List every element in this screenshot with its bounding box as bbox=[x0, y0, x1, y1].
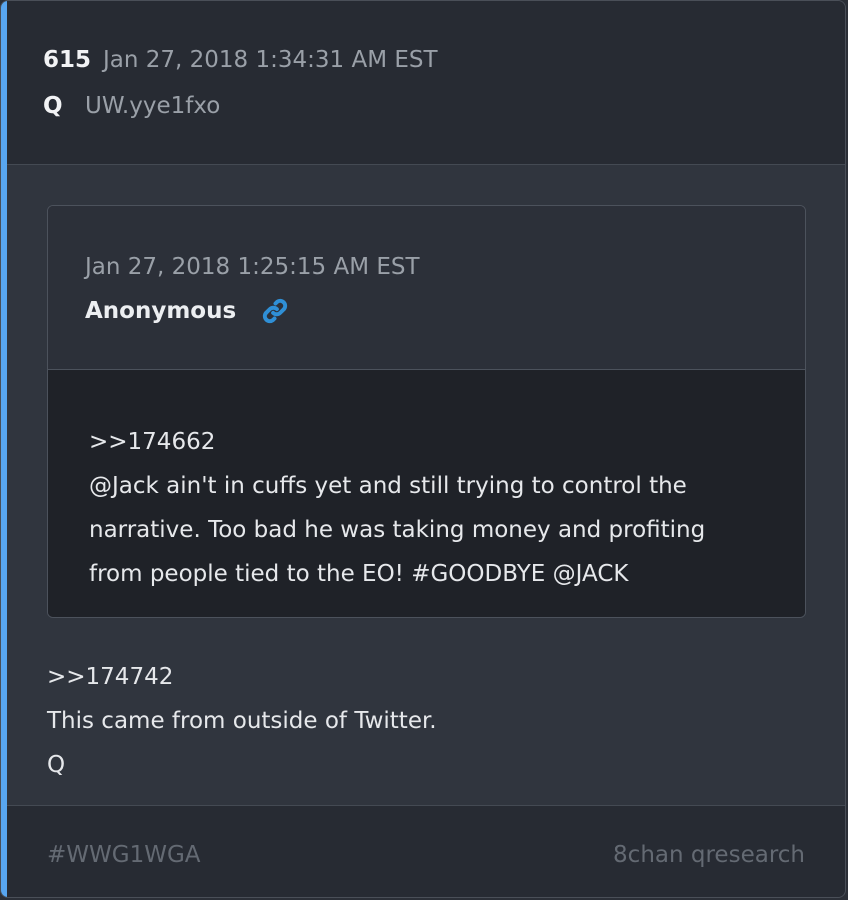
post-number[interactable]: 615 bbox=[43, 47, 91, 73]
quoted-reply-link[interactable]: >>174662 bbox=[89, 420, 769, 464]
quoted-post-date: Jan 27, 2018 1:25:15 AM EST bbox=[85, 254, 420, 280]
quoted-text-line: narrative. Too bad he was taking money a… bbox=[89, 517, 706, 543]
quoted-post: Jan 27, 2018 1:25:15 AM EST Anonymous >>… bbox=[47, 205, 806, 618]
post-date: Jan 27, 2018 1:34:31 AM EST bbox=[103, 47, 438, 73]
quoted-post-header: Jan 27, 2018 1:25:15 AM EST Anonymous bbox=[48, 206, 805, 370]
quoted-post-body: >>174662 @Jack ain't in cuffs yet and st… bbox=[48, 370, 805, 617]
quoted-post-author: Anonymous bbox=[85, 298, 237, 324]
post-tripcode: UW.yye1fxo bbox=[85, 93, 221, 119]
reply-link[interactable]: >>174742 bbox=[47, 655, 437, 699]
post-footer: #WWG1WGA 8chan qresearch bbox=[7, 805, 845, 897]
hashtag: #WWG1WGA bbox=[47, 842, 201, 868]
post-header: 615 Jan 27, 2018 1:34:31 AM EST Q UW.yye… bbox=[7, 1, 845, 165]
message-line: This came from outside of Twitter. bbox=[47, 708, 437, 734]
message-signature: Q bbox=[47, 752, 66, 778]
quoted-text-line: @Jack ain't in cuffs yet and still tryin… bbox=[89, 473, 687, 499]
quoted-text-line: from people tied to the EO! #GOODBYE @JA… bbox=[89, 561, 629, 587]
source-label: 8chan qresearch bbox=[613, 842, 805, 868]
quoted-post-text: >>174662 @Jack ain't in cuffs yet and st… bbox=[89, 420, 769, 596]
link-icon[interactable] bbox=[260, 296, 290, 326]
post-message: >>174742 This came from outside of Twitt… bbox=[47, 655, 437, 787]
post-author: Q bbox=[43, 93, 63, 119]
post-card: 615 Jan 27, 2018 1:34:31 AM EST Q UW.yye… bbox=[0, 0, 846, 898]
